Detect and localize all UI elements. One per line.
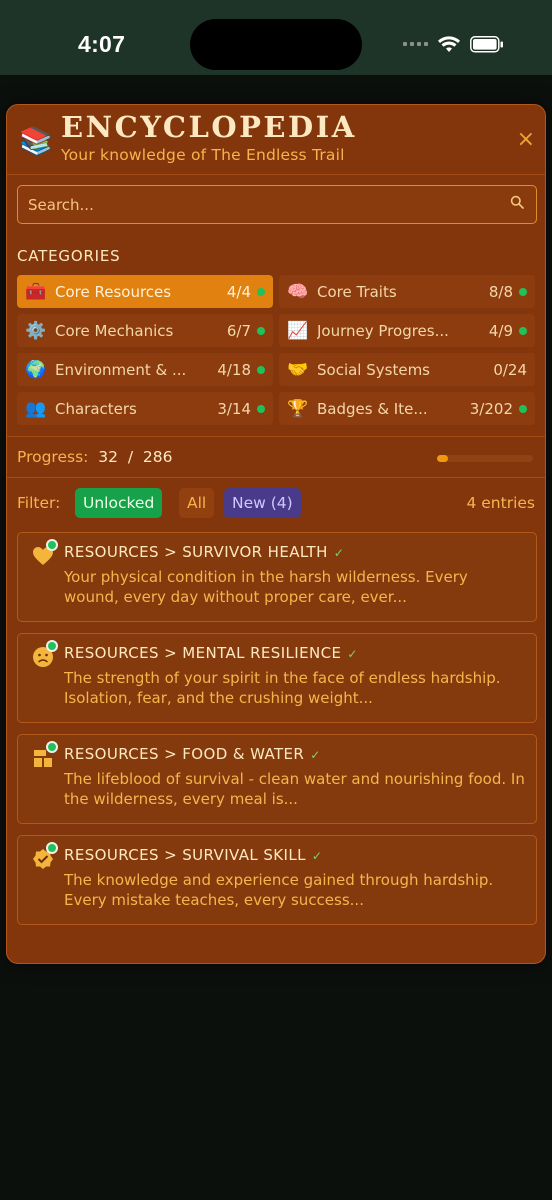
panel-title: ENCYCLOPEDIA — [61, 110, 357, 144]
category-label: Characters — [55, 399, 137, 418]
category-social-systems[interactable]: 🤝 Social Systems 0/24 — [279, 353, 535, 386]
category-core-resources[interactable]: 🧰 Core Resources 4/4 — [17, 275, 273, 308]
entry-card[interactable]: RESOURCES > SURVIVOR HEALTH ✓ Your physic… — [17, 532, 537, 622]
entry-card[interactable]: RESOURCES > SURVIVAL SKILL ✓ The knowledg… — [17, 835, 537, 925]
books-icon: 📚 — [19, 126, 53, 157]
new-indicator-dot — [257, 326, 265, 335]
new-indicator-dot — [257, 365, 265, 374]
categories-heading: CATEGORIES — [17, 247, 121, 265]
category-count: 0/24 — [493, 360, 527, 379]
progress-bar — [437, 455, 533, 462]
entry-description: The knowledge and experience gained thro… — [64, 871, 494, 909]
chart-up-icon: 📈 — [287, 320, 309, 341]
category-count: 3/202 — [469, 399, 513, 418]
new-badge-icon — [46, 539, 58, 551]
status-bar: 4:07 — [0, 0, 552, 75]
dynamic-island — [190, 19, 362, 70]
entry-card[interactable]: RESOURCES > MENTAL RESILIENCE ✓ The stren… — [17, 633, 537, 723]
search-icon[interactable] — [510, 195, 524, 209]
new-indicator-dot — [257, 287, 265, 296]
category-label: Core Mechanics — [55, 321, 174, 340]
category-label: Journey Progres... — [317, 321, 449, 340]
category-label: Core Resources — [55, 282, 172, 301]
panel-subtitle: Your knowledge of The Endless Trail — [61, 146, 345, 164]
check-icon: ✓ — [333, 546, 345, 560]
progress-label: Progress: — [17, 448, 89, 466]
status-time: 4:07 — [78, 31, 126, 57]
entry-title-text: RESOURCES > FOOD & WATER — [64, 745, 305, 763]
entry-title: RESOURCES > FOOD & WATER ✓ — [64, 745, 321, 763]
filter-new-button[interactable]: New (4) — [224, 488, 301, 518]
trophy-icon: 🏆 — [287, 398, 309, 419]
entry-card[interactable]: RESOURCES > FOOD & WATER ✓ The lifeblood … — [17, 734, 537, 824]
new-badge-icon — [46, 741, 58, 753]
category-badges-items[interactable]: 🏆 Badges & Ite... 3/202 — [279, 392, 535, 425]
progress-separator: / — [127, 448, 134, 466]
progress-current: 32 — [98, 448, 118, 466]
category-environment[interactable]: 🌍 Environment & ... 4/18 — [17, 353, 273, 386]
status-icons — [403, 35, 504, 53]
divider — [7, 477, 545, 478]
category-count: 3/14 — [217, 399, 251, 418]
home-indicator — [184, 1186, 368, 1191]
divider — [7, 436, 545, 437]
check-icon: ✓ — [347, 647, 358, 661]
filter-label: Filter: — [17, 494, 61, 512]
close-button[interactable]: × — [517, 129, 535, 151]
category-count: 8/8 — [488, 282, 513, 301]
category-journey-progress[interactable]: 📈 Journey Progres... 4/9 — [279, 314, 535, 347]
people-icon: 👥 — [25, 398, 47, 419]
entry-description: Your physical condition in the harsh wil… — [64, 568, 468, 606]
category-count: 4/4 — [226, 282, 251, 301]
new-badge-icon — [46, 842, 58, 854]
battery-icon — [470, 35, 503, 53]
category-core-mechanics[interactable]: ⚙️ Core Mechanics 6/7 — [17, 314, 273, 347]
entry-title-text: RESOURCES > SURVIVAL SKILL — [64, 846, 306, 864]
entry-title: RESOURCES > MENTAL RESILIENCE ✓ — [64, 644, 358, 662]
category-count: 4/18 — [217, 360, 251, 379]
category-label: Core Traits — [317, 282, 397, 301]
category-label: Badges & Ite... — [317, 399, 428, 418]
category-characters[interactable]: 👥 Characters 3/14 — [17, 392, 273, 425]
panel-header: 📚 ENCYCLOPEDIA Your knowledge of The End… — [7, 105, 545, 175]
filter-unlocked-button[interactable]: Unlocked — [75, 488, 163, 518]
category-core-traits[interactable]: 🧠 Core Traits 8/8 — [279, 275, 535, 308]
close-icon: × — [516, 127, 535, 152]
entry-title: RESOURCES > SURVIVAL SKILL ✓ — [64, 846, 322, 864]
toolbox-icon: 🧰 — [25, 281, 47, 302]
new-badge-icon — [46, 640, 58, 652]
entry-description: The strength of your spirit in the face … — [64, 669, 501, 707]
handshake-icon: 🤝 — [287, 359, 309, 380]
progress-bar-fill — [437, 455, 448, 462]
wifi-icon — [438, 36, 460, 52]
new-indicator-dot — [257, 404, 265, 413]
encyclopedia-panel: 📚 ENCYCLOPEDIA Your knowledge of The End… — [6, 104, 546, 964]
brain-icon: 🧠 — [287, 281, 309, 302]
progress-total: 286 — [142, 448, 173, 466]
progress-text: Progress: 32 / 286 — [17, 448, 173, 466]
filter-all-button[interactable]: All — [179, 488, 215, 518]
check-icon: ✓ — [311, 849, 323, 863]
new-indicator-dot — [519, 404, 527, 413]
category-count: 4/9 — [488, 321, 513, 340]
category-label: Environment & ... — [55, 360, 187, 379]
search-input[interactable] — [18, 186, 498, 223]
entry-description: The lifeblood of survival - clean water … — [64, 770, 525, 808]
gear-icon: ⚙️ — [25, 320, 47, 341]
entry-title: RESOURCES > SURVIVOR HEALTH ✓ — [64, 543, 344, 561]
new-indicator-dot — [519, 326, 527, 335]
cellular-signal-icon — [403, 42, 428, 46]
entries-count: 4 entries — [466, 494, 535, 512]
entry-title-text: RESOURCES > SURVIVOR HEALTH — [64, 543, 328, 561]
search-box — [17, 185, 537, 224]
globe-icon: 🌍 — [25, 359, 47, 380]
category-grid: 🧰 Core Resources 4/4 🧠 Core Traits 8/8 ⚙… — [17, 275, 537, 425]
check-icon: ✓ — [310, 748, 321, 762]
category-count: 6/7 — [226, 321, 251, 340]
entry-title-text: RESOURCES > MENTAL RESILIENCE — [64, 644, 342, 662]
new-indicator-dot — [519, 287, 527, 296]
category-label: Social Systems — [317, 360, 430, 379]
